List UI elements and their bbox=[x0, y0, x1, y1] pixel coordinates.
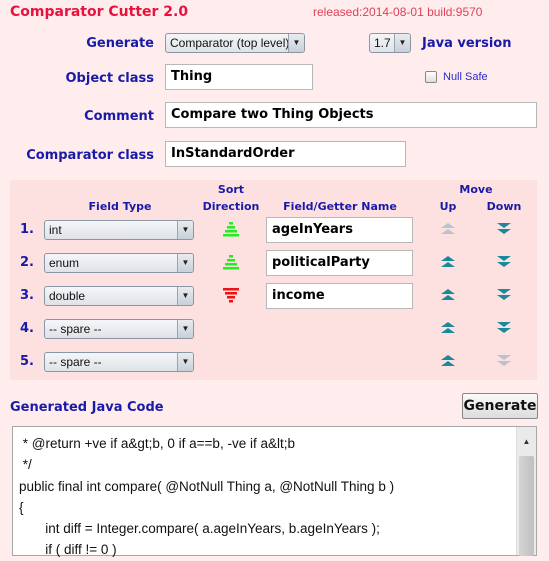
sort-ascending-icon[interactable] bbox=[223, 255, 239, 271]
move-up-icon[interactable] bbox=[441, 256, 455, 268]
chevron-down-icon: ▼ bbox=[394, 34, 410, 52]
chevron-down-icon: ▼ bbox=[177, 254, 193, 272]
header-up: Up bbox=[439, 200, 457, 213]
row-number: 2. bbox=[20, 255, 34, 270]
field-type-value: -- spare -- bbox=[49, 322, 102, 336]
scrollbar[interactable]: ▲ bbox=[516, 427, 536, 557]
move-up-icon[interactable] bbox=[441, 223, 455, 235]
field-type-select[interactable]: -- spare -- ▼ bbox=[44, 319, 194, 339]
field-type-select[interactable]: int ▼ bbox=[44, 220, 194, 240]
scroll-up-icon[interactable]: ▲ bbox=[517, 431, 536, 452]
move-down-icon[interactable] bbox=[497, 289, 511, 301]
null-safe-label: Null Safe bbox=[443, 71, 488, 83]
comparator-class-label: Comparator class bbox=[26, 148, 154, 163]
field-type-value: -- spare -- bbox=[49, 355, 102, 369]
field-type-value: enum bbox=[49, 256, 80, 270]
move-up-icon[interactable] bbox=[441, 289, 455, 301]
release-info: released:2014-08-01 build:9570 bbox=[313, 5, 483, 19]
scroll-thumb[interactable] bbox=[519, 456, 534, 557]
object-class-input[interactable]: Thing bbox=[165, 64, 313, 90]
header-down: Down bbox=[486, 200, 522, 213]
header-field-type: Field Type bbox=[88, 200, 152, 213]
field-name-input[interactable]: income bbox=[266, 283, 413, 309]
header-field-name: Field/Getter Name bbox=[283, 200, 397, 213]
generate-select[interactable]: Comparator (top level) ▼ bbox=[165, 33, 305, 53]
java-version-label: Java version bbox=[422, 36, 512, 51]
header-sort: Sort bbox=[217, 183, 245, 196]
row-number: 3. bbox=[20, 288, 34, 303]
comparator-class-input[interactable]: InStandardOrder bbox=[165, 141, 406, 167]
generated-code-label: Generated Java Code bbox=[10, 400, 164, 415]
sort-descending-icon[interactable] bbox=[223, 288, 239, 304]
object-class-label: Object class bbox=[65, 71, 155, 86]
field-type-select[interactable]: enum ▼ bbox=[44, 253, 194, 273]
field-name-input[interactable]: politicalParty bbox=[266, 250, 413, 276]
move-down-icon[interactable] bbox=[497, 256, 511, 268]
java-version-select[interactable]: 1.7 ▼ bbox=[369, 33, 411, 53]
move-down-icon[interactable] bbox=[497, 355, 511, 367]
code-text: * @return +ve if a&gt;b, 0 if a==b, -ve … bbox=[19, 436, 395, 558]
move-up-icon[interactable] bbox=[441, 322, 455, 334]
move-down-icon[interactable] bbox=[497, 223, 511, 235]
field-type-select[interactable]: -- spare -- ▼ bbox=[44, 352, 194, 372]
generate-label: Generate bbox=[86, 36, 154, 51]
field-type-value: int bbox=[49, 223, 62, 237]
null-safe-checkbox[interactable] bbox=[425, 71, 437, 83]
header-direction: Direction bbox=[202, 200, 260, 213]
row-number: 5. bbox=[20, 354, 34, 369]
comment-label: Comment bbox=[84, 109, 154, 124]
chevron-down-icon: ▼ bbox=[177, 320, 193, 338]
chevron-down-icon: ▼ bbox=[177, 353, 193, 371]
sort-ascending-icon[interactable] bbox=[223, 222, 239, 238]
code-output[interactable]: * @return +ve if a&gt;b, 0 if a==b, -ve … bbox=[12, 426, 537, 558]
app-title: Comparator Cutter 2.0 bbox=[10, 4, 189, 20]
chevron-down-icon: ▼ bbox=[177, 221, 193, 239]
chevron-down-icon: ▼ bbox=[177, 287, 193, 305]
move-up-icon[interactable] bbox=[441, 355, 455, 367]
generate-button[interactable]: Generate bbox=[462, 393, 538, 419]
field-type-select[interactable]: double ▼ bbox=[44, 286, 194, 306]
comment-input[interactable]: Compare two Thing Objects bbox=[165, 102, 537, 128]
field-type-value: double bbox=[49, 289, 86, 303]
header-move: Move bbox=[459, 183, 493, 196]
chevron-down-icon: ▼ bbox=[288, 34, 304, 52]
row-number: 4. bbox=[20, 321, 34, 336]
field-name-input[interactable]: ageInYears bbox=[266, 217, 413, 243]
java-version-value: 1.7 bbox=[374, 36, 391, 50]
generate-value: Comparator (top level) bbox=[170, 36, 290, 50]
row-number: 1. bbox=[20, 222, 34, 237]
move-down-icon[interactable] bbox=[497, 322, 511, 334]
